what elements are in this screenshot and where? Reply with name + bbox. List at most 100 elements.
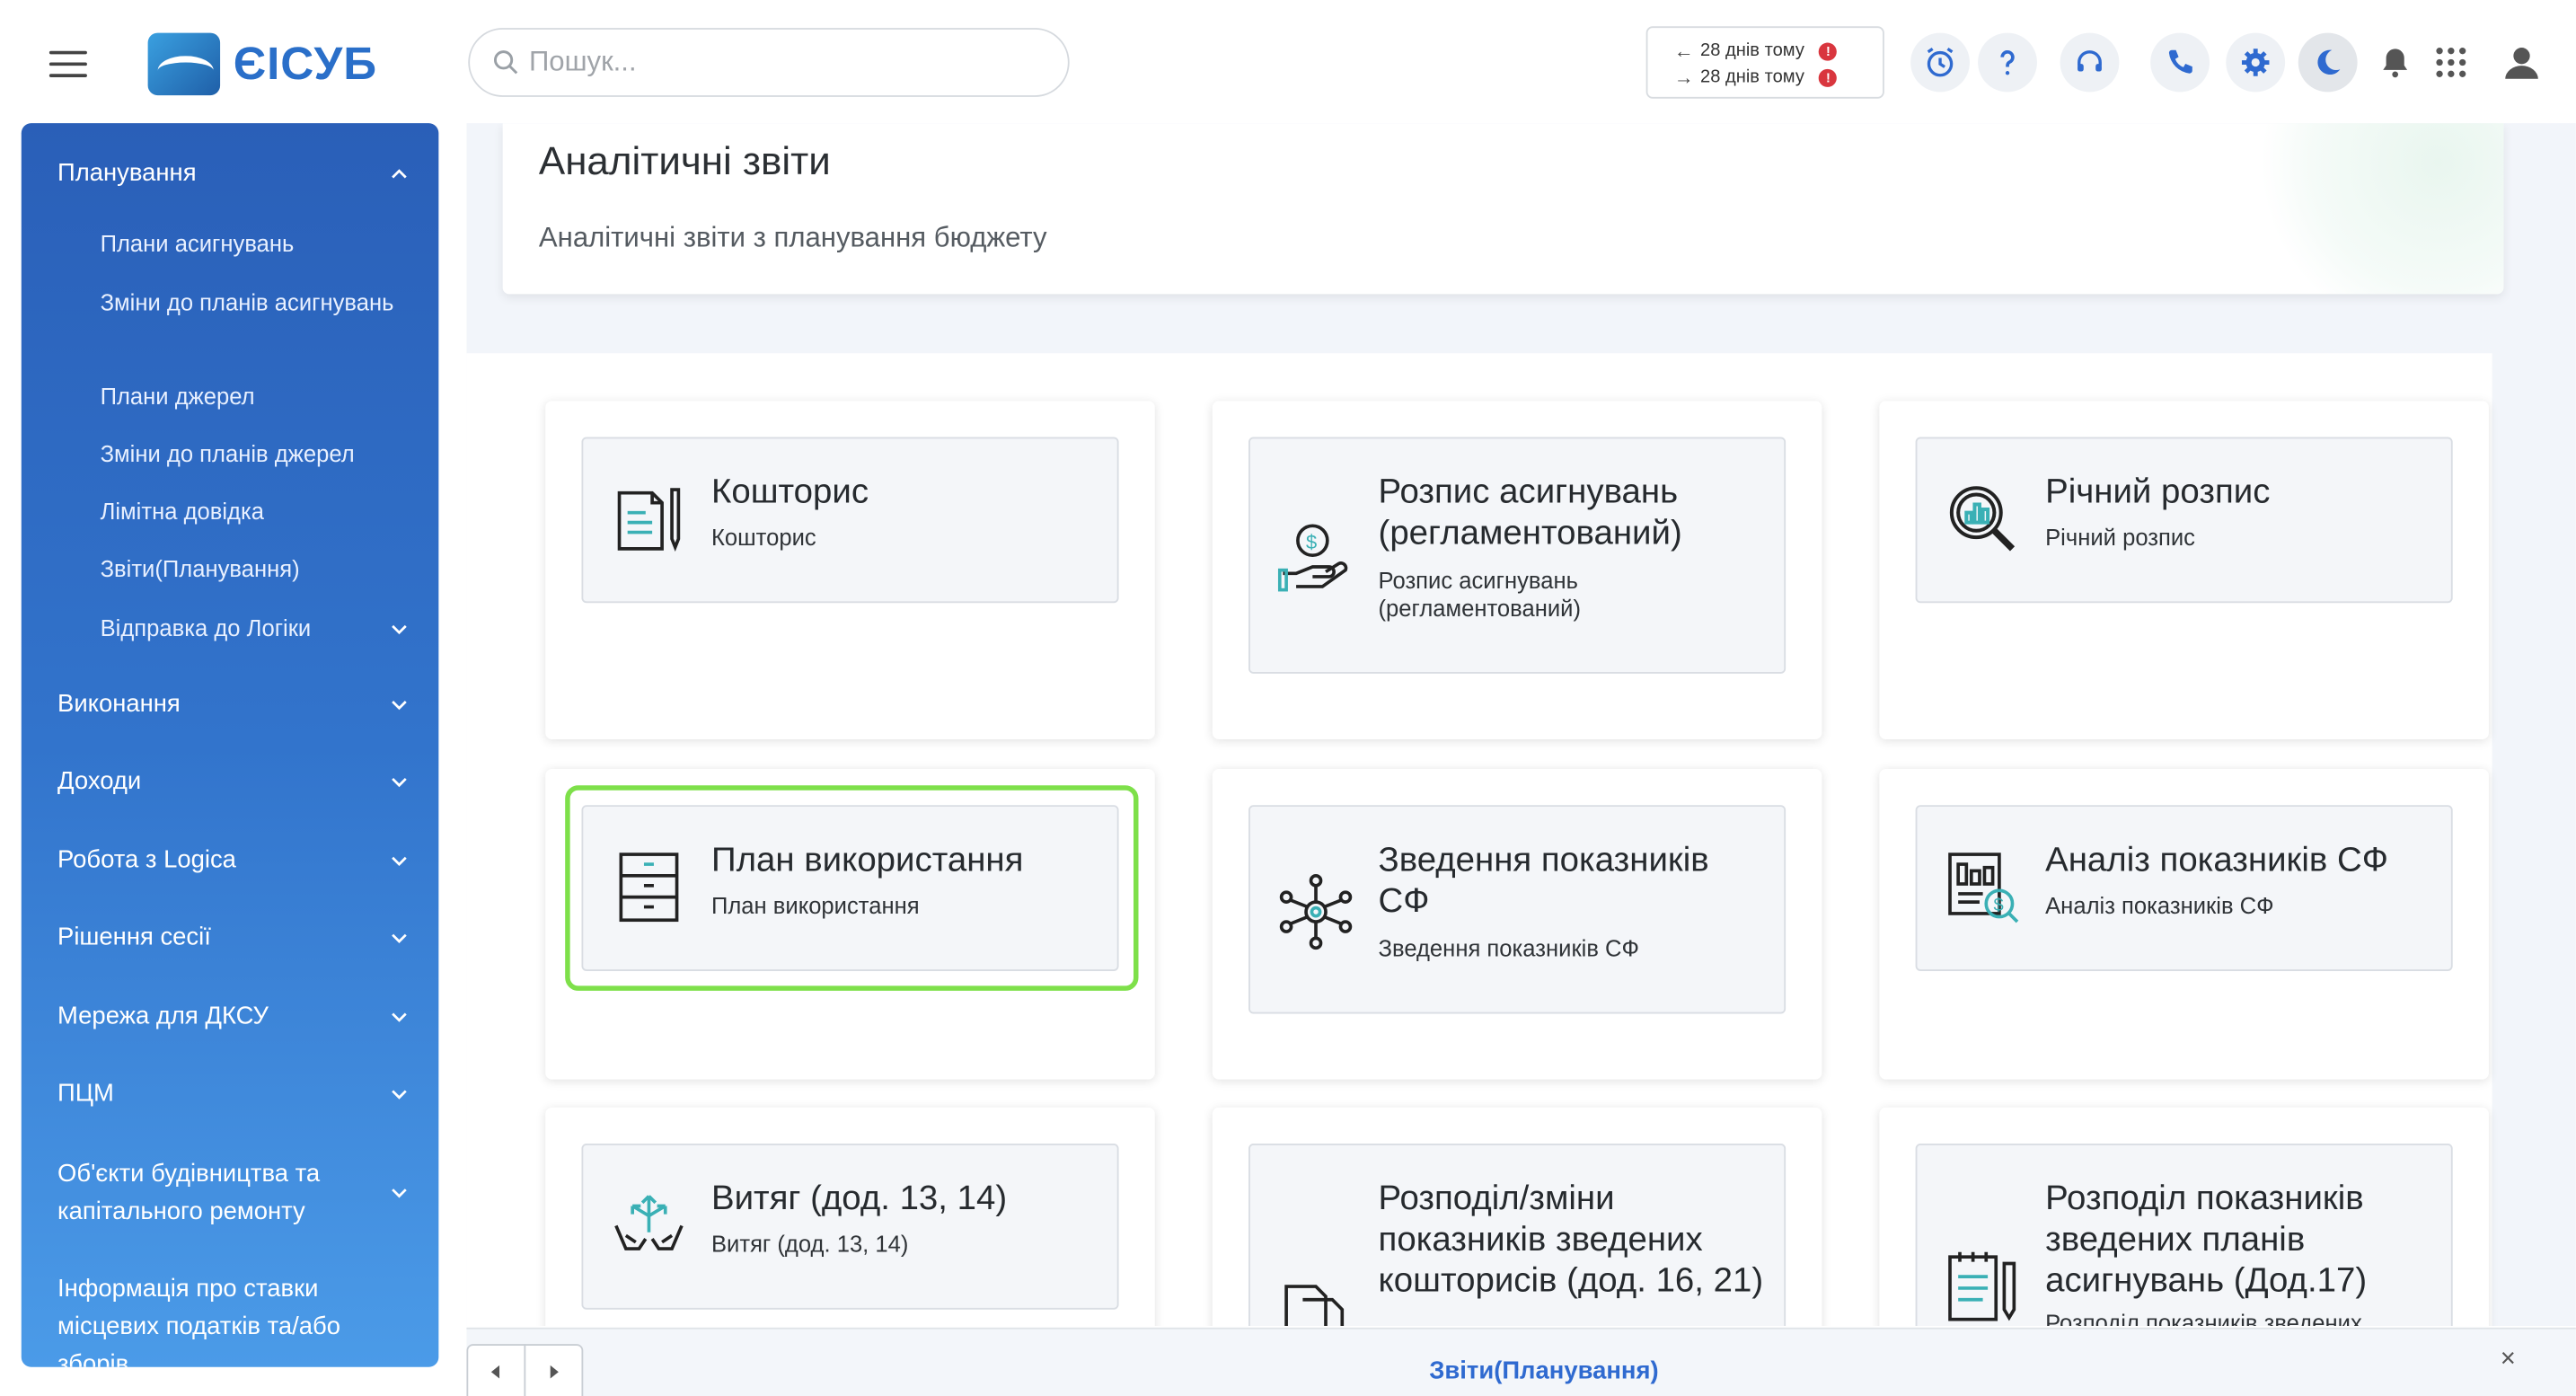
report-card: Розподіл показників зведених планів асиг… xyxy=(1879,1107,2489,1327)
logo-mark-icon xyxy=(147,32,221,96)
chevron-down-icon xyxy=(392,1012,407,1021)
app-logo[interactable]: ЄІСУБ xyxy=(147,32,377,96)
sidebar-section-income[interactable]: Доходи xyxy=(57,767,409,795)
report-tile-zvedennia-sf[interactable]: Зведення показників СФ Зведення показник… xyxy=(1248,805,1786,1014)
sidebar-item-reports[interactable]: Звіти(Планування) xyxy=(101,552,410,587)
sync-status[interactable]: ← 28 днів тому ! → 28 днів тому ! xyxy=(1645,26,1884,99)
chevron-down-icon xyxy=(392,855,407,866)
logo-text: ЄІСУБ xyxy=(233,38,377,89)
report-tile-kosthoris[interactable]: Кошторис Кошторис xyxy=(581,437,1119,604)
search-box[interactable] xyxy=(468,28,1070,97)
tab-scroll-left-button[interactable] xyxy=(466,1344,526,1396)
sidebar-item-label: Відправка до Логіки xyxy=(100,614,312,641)
report-cards-grid: Кошторис Кошторис $ Розпис асигнувань (р… xyxy=(466,353,2492,1327)
card-title: Витяг (дод. 13, 14) xyxy=(710,1180,1008,1218)
search-icon xyxy=(493,50,518,75)
report-card: Зведення показників СФ Зведення показник… xyxy=(1212,768,1822,1080)
report-card: Річний розпис Річний розпис xyxy=(1879,401,2489,740)
chevron-down-icon xyxy=(392,777,407,787)
sync-row-incoming: → 28 днів тому ! xyxy=(1674,64,1883,90)
sidebar-section-planning[interactable]: Планування xyxy=(57,159,409,188)
arrow-right-icon: → xyxy=(1673,66,1694,89)
bell-icon[interactable] xyxy=(2366,33,2425,93)
page-subtitle: Аналітичні звіти з планування бюджету xyxy=(538,221,1047,253)
card-title: Зведення показників СФ xyxy=(1378,841,1709,921)
tab-scroll-right-button[interactable] xyxy=(524,1344,584,1396)
card-title: Розподіл/зміни показників зведених кошто… xyxy=(1378,1180,1764,1300)
report-tile-vytiah[interactable]: Витяг (дод. 13, 14) Витяг (дод. 13, 14) xyxy=(581,1143,1119,1310)
menu-hamburger-icon[interactable] xyxy=(49,50,87,77)
alert-icon: ! xyxy=(1819,67,1838,87)
sidebar-section-execution[interactable]: Виконання xyxy=(57,690,409,718)
chevron-down-icon xyxy=(392,623,407,634)
svg-text:$: $ xyxy=(1306,531,1317,553)
sidebar-section-network[interactable]: Мережа для ДКСУ xyxy=(57,1003,409,1030)
sidebar-section-label: Інформація про ставки місцевих податків … xyxy=(57,1275,341,1367)
bottom-tab-bar: Звіти(Планування) × xyxy=(466,1327,2576,1396)
documents-icon xyxy=(1284,1285,1345,1327)
chevron-down-icon xyxy=(392,932,407,943)
card-subtitle: Розпис асигнувань (регламентований) xyxy=(1378,567,1582,622)
caret-right-icon xyxy=(550,1364,559,1378)
card-title: Розпис асигнувань (регламентований) xyxy=(1378,473,1682,552)
main-content: Аналітичні звіти Аналітичні звіти з план… xyxy=(466,123,2576,1327)
chevron-down-icon xyxy=(392,1188,407,1198)
sidebar-section-label: Робота з Logica xyxy=(57,845,236,875)
support-headset-icon[interactable] xyxy=(2060,32,2120,93)
report-card: Витяг (дод. 13, 14) Витяг (дод. 13, 14) xyxy=(545,1107,1155,1327)
report-tile-rozpodil-koshtorysiv[interactable]: Розподіл/зміни показників зведених кошто… xyxy=(1248,1143,1786,1327)
chevron-down-icon xyxy=(392,700,407,710)
search-input[interactable] xyxy=(528,46,1022,79)
report-tile-analiz-sf[interactable]: $ Аналіз показників СФ Аналіз показників… xyxy=(1915,805,2453,971)
card-title: Річний розпис xyxy=(2045,473,2271,511)
user-avatar-icon[interactable] xyxy=(2492,33,2552,93)
sync-row-outgoing: ← 28 днів тому ! xyxy=(1674,38,1883,64)
apps-grid-icon[interactable] xyxy=(2422,33,2481,93)
sidebar-item-plans[interactable]: Плани асигнувань xyxy=(101,226,410,261)
sidebar-section-logica[interactable]: Робота з Logica xyxy=(57,846,409,874)
sidebar-item-send-logika[interactable]: Відправка до Логіки xyxy=(101,611,410,645)
report-tile-rozpys-asyhnuvan[interactable]: $ Розпис асигнувань (регламентований) Ро… xyxy=(1248,437,1786,674)
card-subtitle: Річний розпис xyxy=(2045,524,2196,551)
settings-gear-icon[interactable] xyxy=(2226,32,2286,93)
close-tab-icon[interactable]: × xyxy=(2501,1346,2516,1375)
sidebar-item-limit-reference[interactable]: Лімітна довідка xyxy=(101,495,410,529)
sidebar-section-pcm[interactable]: ПЦМ xyxy=(57,1080,409,1108)
sync-time: 28 днів тому xyxy=(1700,66,1804,87)
caret-left-icon xyxy=(490,1364,500,1378)
sidebar-section-label: Доходи xyxy=(57,767,142,796)
sidebar-item-source-changes[interactable]: Зміни до планів джерел xyxy=(101,437,410,472)
report-tile-richnyi-rozpys[interactable]: Річний розпис Річний розпис xyxy=(1915,437,2453,604)
document-pencil-icon xyxy=(617,488,681,552)
arrow-left-icon: ← xyxy=(1673,39,1694,63)
phone-icon[interactable] xyxy=(2150,32,2210,93)
card-subtitle: Зведення показників СФ xyxy=(1378,934,1640,961)
network-nodes-icon xyxy=(1279,874,1353,950)
help-icon[interactable] xyxy=(1978,32,2037,93)
sidebar-item-plan-changes[interactable]: Зміни до планів асигнувань xyxy=(101,286,410,320)
sidebar-section-label: Об'єкти будівництва та капітального ремо… xyxy=(57,1160,321,1226)
sidebar-section-session[interactable]: Рішення сесії xyxy=(57,923,409,951)
sidebar-section-construction[interactable]: Об'єкти будівництва та капітального ремо… xyxy=(57,1155,409,1231)
magnifier-chart-icon xyxy=(1949,486,2016,552)
alarm-clock-icon[interactable] xyxy=(1910,32,1970,93)
chevron-down-icon xyxy=(392,1089,407,1099)
notepad-pen-icon xyxy=(1948,1251,2016,1321)
sidebar-item-source-plans[interactable]: Плани джерел xyxy=(101,379,410,413)
sidebar-section-local-taxes[interactable]: Інформація про ставки місцевих податків … xyxy=(57,1270,409,1367)
card-title: Розподіл показників зведених планів асиг… xyxy=(2045,1180,2368,1300)
tab-reports-planning[interactable]: Звіти(Планування) xyxy=(1429,1357,1658,1385)
moon-icon[interactable] xyxy=(2298,32,2358,93)
report-card: $ Аналіз показників СФ Аналіз показників… xyxy=(1879,768,2489,1080)
report-money-icon: $ xyxy=(1948,853,2019,923)
sidebar-section-label: Рішення сесії xyxy=(57,923,211,951)
card-title: Кошторис xyxy=(710,473,869,511)
sidebar-section-label: Планування xyxy=(57,159,197,188)
report-tile-rozpodil-planiv[interactable]: Розподіл показників зведених планів асиг… xyxy=(1915,1143,2453,1327)
sidebar-section-label: Виконання xyxy=(57,690,181,719)
hand-money-icon: $ xyxy=(1277,524,1348,592)
chevron-up-icon xyxy=(392,168,407,178)
alert-icon: ! xyxy=(1819,41,1838,60)
top-header: ЄІСУБ ← 28 днів тому ! → 28 днів тому ! xyxy=(0,0,2576,124)
sidebar: Планування Плани асигнувань Зміни до пла… xyxy=(21,123,439,1367)
